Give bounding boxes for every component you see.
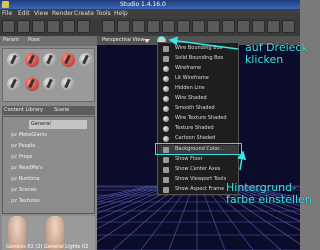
callout-arrow-top bbox=[168, 36, 239, 50]
callout-bottom: Hintergrund- farbe einstellen bbox=[226, 181, 312, 206]
callout-arrow-bottom bbox=[237, 150, 247, 171]
callout-arrows bbox=[168, 36, 247, 171]
callout-top: auf Dreieck klicken bbox=[245, 41, 308, 66]
